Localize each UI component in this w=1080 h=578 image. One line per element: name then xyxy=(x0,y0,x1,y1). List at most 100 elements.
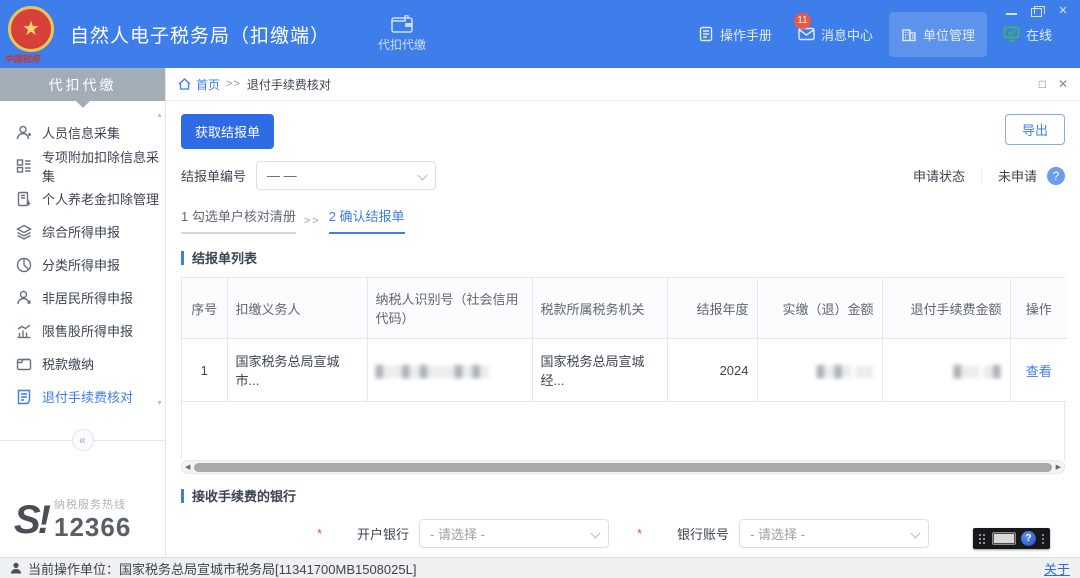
step-1-tab[interactable]: 1 勾选单户核对清册 xyxy=(181,206,296,234)
panel-controls: □ ✕ xyxy=(1039,77,1068,91)
sidebar-tab-pointer xyxy=(76,101,90,108)
bank-account-select[interactable]: - 请选择 - xyxy=(739,519,929,548)
sidebar-item-label: 综合所得申报 xyxy=(42,222,120,241)
refund-doc-icon xyxy=(15,388,32,405)
col-taxpayer-id: 纳税人识别号（社会信用代码） xyxy=(367,278,532,339)
report-no-value: — — xyxy=(267,168,297,183)
bank-name-value: - 请选择 - xyxy=(430,524,485,543)
report-no-select[interactable]: — — xyxy=(256,161,436,190)
scrollbar-thumb[interactable] xyxy=(194,463,1051,472)
logo-caption: 中国税务 xyxy=(4,52,40,65)
sidebar-item-label: 退付手续费核对 xyxy=(42,387,133,406)
ime-grip-icon xyxy=(978,533,987,545)
scroll-right-icon[interactable]: ▶ xyxy=(1056,464,1061,471)
report-list-section: 结报单列表 xyxy=(181,248,1065,267)
home-icon xyxy=(178,78,191,90)
required-star: * xyxy=(317,526,322,541)
ime-help-icon[interactable]: ? xyxy=(1021,531,1036,546)
sidebar-item-classified-income[interactable]: 分类所得申报 xyxy=(0,248,165,281)
sidebar-item-label: 个人养老金扣除管理 xyxy=(42,189,159,208)
sidebar-item-comprehensive-income[interactable]: 综合所得申报 xyxy=(0,215,165,248)
cell-taxpayer-id-redacted: █▒▒█▒█▒▒▒█▒█▒ xyxy=(376,366,490,378)
cell-year: 2024 xyxy=(667,339,757,402)
sidebar-scroll-down-icon[interactable]: ▼ xyxy=(156,400,163,407)
hotline-logo-icon: S! xyxy=(14,502,48,538)
status-divider: ｜ xyxy=(975,166,988,185)
ime-toolbar[interactable]: ? xyxy=(973,528,1050,549)
header-actions: 操作手册 11 消息中心 xyxy=(688,12,1062,57)
pie-chart-icon xyxy=(15,256,32,273)
org-management-button[interactable]: 单位管理 xyxy=(889,12,987,57)
apply-status-label: 申请状态 xyxy=(913,166,965,185)
restore-button[interactable] xyxy=(1031,8,1042,17)
help-icon[interactable]: ? xyxy=(1047,167,1065,185)
bank-section-title: 接收手续费的银行 xyxy=(192,486,296,505)
building-icon xyxy=(901,26,917,42)
manual-button[interactable]: 操作手册 xyxy=(688,17,782,52)
hotline-number: 12366 xyxy=(54,512,131,543)
sidebar-item-special-deduction[interactable]: 专项附加扣除信息采集 xyxy=(0,149,165,182)
report-table: 序号 扣缴义务人 纳税人识别号（社会信用代码） 税款所属税务机关 结报年度 实缴… xyxy=(181,277,1065,460)
sidebar-item-pension-deduction[interactable]: 个人养老金扣除管理 xyxy=(0,182,165,215)
view-link[interactable]: 查看 xyxy=(1026,364,1052,379)
hotline-block: S! 纳税服务热线 12366 xyxy=(14,496,165,543)
envelope-icon xyxy=(798,27,815,41)
sidebar: 代扣代缴 人员信息采集 专项附加扣除信息采集 xyxy=(0,68,165,557)
panel-restore-icon[interactable]: □ xyxy=(1039,77,1046,91)
cell-seq: 1 xyxy=(182,339,227,402)
cell-paid-amount-redacted: █▒█▒.▒▒ xyxy=(817,366,874,378)
step-separator: >> xyxy=(304,215,321,227)
stock-chart-icon xyxy=(15,322,32,339)
app-title: 自然人电子税务局（扣缴端） xyxy=(70,21,330,48)
sidebar-item-refund-fee-check[interactable]: 退付手续费核对 xyxy=(0,380,165,413)
breadcrumb-separator: >> xyxy=(226,78,241,90)
col-authority: 税款所属税务机关 xyxy=(532,278,667,339)
scroll-left-icon[interactable]: ◀ xyxy=(185,464,190,471)
bank-name-select[interactable]: - 请选择 - xyxy=(419,519,609,548)
message-center-button[interactable]: 11 消息中心 xyxy=(788,17,883,52)
chevron-down-icon xyxy=(591,529,601,539)
operating-unit-text: 当前操作单位：国家税务总局宣城市税务局[11341700MB1508025L] xyxy=(28,559,416,578)
sidebar-item-personnel-info[interactable]: 人员信息采集 xyxy=(0,116,165,149)
sidebar-item-label: 分类所得申报 xyxy=(42,255,120,274)
report-no-label: 结报单编号 xyxy=(181,166,246,185)
apply-status-value: 未申请 xyxy=(998,166,1037,185)
sidebar-item-restricted-stock[interactable]: 限售股所得申报 xyxy=(0,314,165,347)
online-status[interactable]: 在线 xyxy=(993,17,1062,52)
tab-withholding[interactable]: 代扣代缴 xyxy=(378,15,426,53)
about-link[interactable]: 关于 xyxy=(1044,559,1070,578)
fetch-report-button[interactable]: 获取结报单 xyxy=(181,114,274,149)
sidebar-tab-withholding[interactable]: 代扣代缴 xyxy=(0,68,165,101)
step-tabs: 1 勾选单户核对清册 >> 2 确认结报单 xyxy=(181,206,1065,234)
sidebar-collapse-button[interactable]: « xyxy=(72,429,94,451)
ime-keyboard-icon[interactable] xyxy=(992,532,1016,545)
chevron-down-icon xyxy=(418,171,428,181)
breadcrumb-home-link[interactable]: 首页 xyxy=(178,76,220,93)
col-action: 操作 xyxy=(1010,278,1067,339)
sidebar-menu: 人员信息采集 专项附加扣除信息采集 个人养老金扣除管理 xyxy=(0,108,165,413)
bank-account-label: 银行账号 xyxy=(645,524,729,543)
col-agent: 扣缴义务人 xyxy=(227,278,367,339)
table-empty-area xyxy=(182,402,1064,460)
export-button[interactable]: 导出 xyxy=(1005,114,1065,145)
ime-options-icon[interactable] xyxy=(1041,533,1045,545)
nonresident-person-icon xyxy=(15,289,32,306)
bank-section: 接收手续费的银行 xyxy=(181,486,1065,505)
online-monitor-icon xyxy=(1003,26,1020,42)
sidebar-scroll-up-icon[interactable]: ▲ xyxy=(156,112,163,119)
horizontal-scrollbar[interactable]: ◀ ▶ xyxy=(181,460,1065,474)
sidebar-item-tax-payment[interactable]: 税款缴纳 xyxy=(0,347,165,380)
minimize-button[interactable] xyxy=(1006,7,1017,15)
layers-icon xyxy=(15,223,32,240)
titlebar: ★ 中国税务 自然人电子税务局（扣缴端） 代扣代缴 xyxy=(0,0,1080,68)
col-year: 结报年度 xyxy=(667,278,757,339)
step-2-tab[interactable]: 2 确认结报单 xyxy=(329,206,405,234)
sidebar-item-nonresident-income[interactable]: 非居民所得申报 xyxy=(0,281,165,314)
close-button[interactable]: ✕ xyxy=(1056,5,1070,17)
cell-agent: 国家税务总局宣城市... xyxy=(227,339,367,402)
breadcrumb-home-label: 首页 xyxy=(196,76,220,93)
report-list-title: 结报单列表 xyxy=(192,248,257,267)
breadcrumb: 首页 >> 退付手续费核对 □ ✕ xyxy=(166,68,1080,101)
sidebar-item-label: 税款缴纳 xyxy=(42,354,94,373)
panel-close-icon[interactable]: ✕ xyxy=(1058,77,1068,91)
